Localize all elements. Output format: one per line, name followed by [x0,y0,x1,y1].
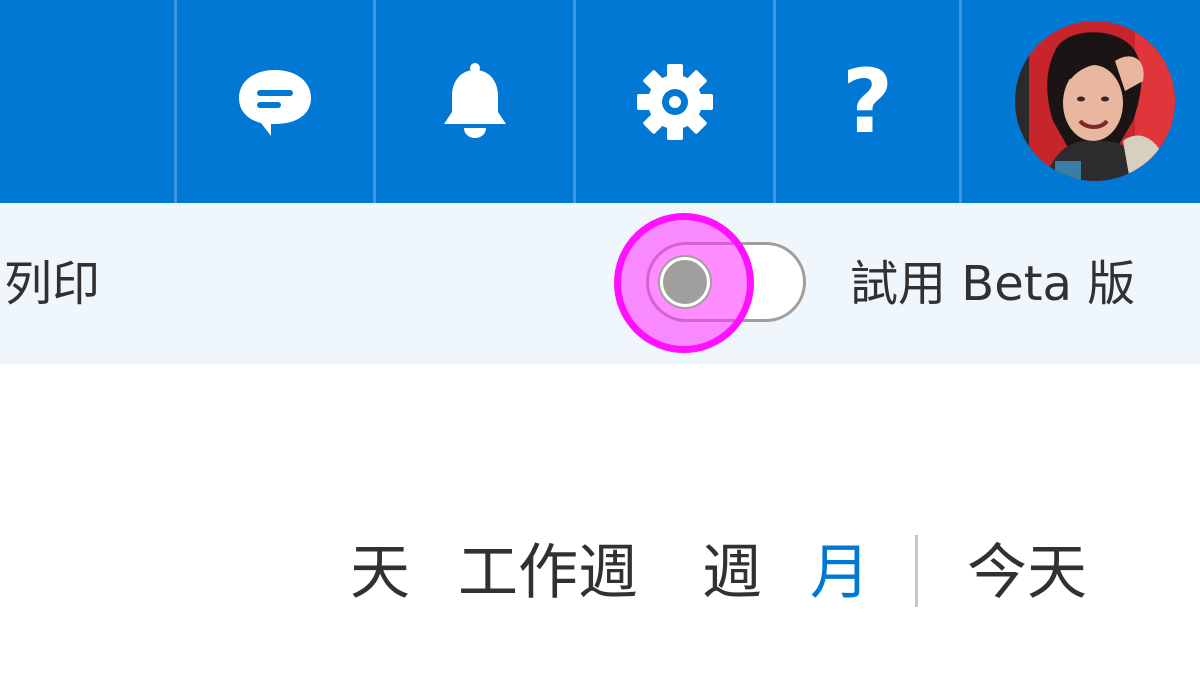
top-header-bar: ? [0,0,1200,203]
notifications-button[interactable] [376,0,573,203]
view-day[interactable]: 天 [350,537,410,609]
bell-icon [443,62,506,138]
settings-button[interactable] [576,0,773,203]
view-week[interactable]: 週 [702,537,762,609]
view-work-week[interactable]: 工作週 [458,537,638,609]
help-button[interactable]: ? [776,0,959,203]
help-icon: ? [841,49,894,153]
user-photo [1015,21,1175,181]
gear-icon [636,63,713,140]
avatar[interactable] [1015,21,1175,181]
print-button[interactable]: 列印 [4,252,100,316]
today-button[interactable]: 今天 [967,537,1087,609]
header-divider [959,0,962,203]
view-month[interactable]: 月 [810,537,870,609]
beta-toggle-knob[interactable] [660,257,710,307]
chat-icon [239,69,311,136]
feedback-button[interactable] [177,0,373,203]
view-divider [915,535,918,607]
beta-toggle-label: 試用 Beta 版 [850,256,1136,312]
